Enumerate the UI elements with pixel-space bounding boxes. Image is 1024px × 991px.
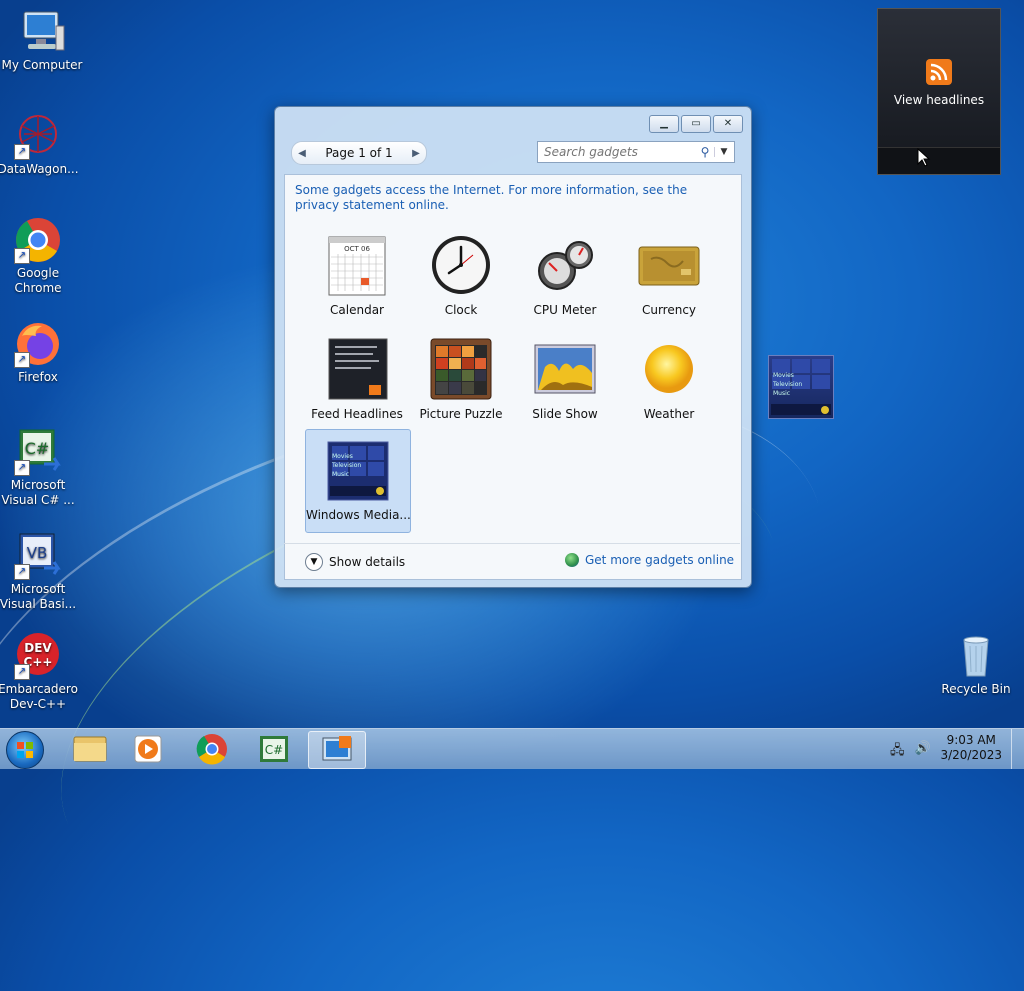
search-input[interactable] (542, 144, 696, 160)
desktop-icon-recycle-bin[interactable]: Recycle Bin (934, 632, 1018, 697)
show-details-button[interactable]: ▼ Show details (305, 553, 405, 571)
computer-icon (18, 8, 66, 56)
svg-text:Movies: Movies (332, 453, 353, 460)
search-dropdown-icon[interactable]: ▼ (714, 147, 733, 157)
page-indicator: Page 1 of 1 (325, 146, 393, 160)
firefox-icon: ↗ (14, 320, 62, 368)
picture-puzzle-icon (429, 337, 493, 401)
calendar-icon: OCT 06 (325, 233, 389, 297)
rss-icon (926, 59, 952, 85)
svg-text:Television: Television (331, 462, 361, 469)
weather-icon (637, 337, 701, 401)
taskbar-chrome[interactable] (184, 731, 240, 767)
feed-headlines-gadget[interactable]: View headlines (877, 8, 1001, 175)
get-more-gadgets-link[interactable]: Get more gadgets online (565, 553, 734, 567)
media-player-icon (134, 735, 162, 763)
globe-icon (565, 553, 579, 567)
gadget-windows-media[interactable]: Movies Television Music Windows Media... (305, 429, 411, 533)
recycle-bin-icon (952, 632, 1000, 680)
gadget-currency[interactable]: Currency (617, 225, 721, 327)
svg-text:VB: VB (27, 544, 48, 562)
svg-text:C#: C# (25, 439, 50, 458)
maximize-button[interactable]: ▭ (681, 115, 711, 133)
caption-buttons: ▁ ▭ ✕ (649, 115, 743, 133)
desktop-icon-firefox[interactable]: ↗ Firefox (0, 320, 80, 385)
search-icon[interactable]: ⚲ (696, 145, 714, 159)
shortcut-arrow-icon: ↗ (14, 564, 30, 580)
dev-cpp-icon: DEV C++ ↗ (14, 632, 62, 680)
mouse-cursor-icon (917, 148, 931, 167)
slide-show-icon (533, 337, 597, 401)
system-tray: 🖧 🔊 (890, 741, 931, 763)
desktop-icon-visual-csharp[interactable]: C# ↗ Microsoft Visual C# ... (0, 428, 80, 508)
chevron-down-icon: ▼ (305, 553, 323, 571)
svg-text:Music: Music (332, 471, 349, 478)
shortcut-arrow-icon: ↗ (14, 144, 30, 160)
gadget-toolbar (878, 147, 1000, 174)
gadget-clock[interactable]: Clock (409, 225, 513, 327)
start-button[interactable] (6, 731, 44, 769)
windows-media-gadget-thumbnail[interactable]: Movies Television Music (768, 355, 834, 419)
network-icon[interactable]: 🖧 (890, 741, 905, 763)
datawagon-icon: ↗ (14, 112, 62, 160)
footer-divider (284, 543, 740, 544)
visual-basic-icon: VB ↗ (14, 532, 62, 580)
taskbar-media-player[interactable] (120, 731, 176, 767)
visual-csharp-icon: C# (260, 736, 288, 762)
taskbar-clock[interactable]: 9:03 AM 3/20/2023 (940, 733, 1002, 763)
desktop-icon-datawagon[interactable]: ↗ DataWagon... (0, 112, 80, 177)
clock-icon (429, 233, 493, 297)
calendar-month-label: OCT 06 (344, 245, 370, 253)
shortcut-arrow-icon: ↗ (14, 352, 30, 368)
svg-text:DEV: DEV (24, 641, 52, 655)
folder-icon (73, 736, 107, 762)
minimize-button[interactable]: ▁ (649, 115, 679, 133)
desktop-icon-my-computer[interactable]: My Computer (0, 8, 84, 73)
taskbar: C# 🖧 🔊 9:03 AM 3/20/2023 (0, 728, 1024, 769)
search-box: ⚲ ▼ (537, 141, 735, 163)
privacy-notice-link[interactable]: Some gadgets access the Internet. For mo… (295, 183, 705, 213)
gadget-calendar[interactable]: OCT 06 Calendar (305, 225, 409, 327)
close-button[interactable]: ✕ (713, 115, 743, 133)
view-headlines-link[interactable]: View headlines (878, 93, 1000, 107)
svg-text:Television: Television (772, 381, 802, 388)
taskbar-visual-csharp[interactable]: C# (246, 731, 302, 767)
shortcut-arrow-icon: ↗ (14, 664, 30, 680)
desktop-icon-dev-cpp[interactable]: DEV C++ ↗ Embarcadero Dev-C++ (0, 632, 80, 712)
gadgets-icon (322, 736, 352, 761)
chrome-icon (196, 734, 227, 765)
gadget-feed-headlines[interactable]: Feed Headlines (305, 329, 409, 431)
taskbar-gadgets[interactable] (308, 731, 366, 769)
gadget-slide-show[interactable]: Slide Show (513, 329, 617, 431)
chrome-icon: ↗ (14, 216, 62, 264)
previous-page-button[interactable]: ◀ (292, 148, 312, 159)
volume-icon[interactable]: 🔊 (915, 741, 931, 763)
gadget-weather[interactable]: Weather (617, 329, 721, 431)
feed-headlines-icon (325, 337, 389, 401)
cpu-meter-icon (533, 233, 597, 297)
next-page-button[interactable]: ▶ (406, 148, 426, 159)
gadget-gallery-window: ▁ ▭ ✕ ◀ Page 1 of 1 ▶ ⚲ ▼ Some gadgets a… (274, 106, 752, 588)
gadget-picture-puzzle[interactable]: Picture Puzzle (409, 329, 513, 431)
svg-text:C#: C# (265, 743, 283, 757)
shortcut-arrow-icon: ↗ (14, 460, 30, 476)
show-desktop-button[interactable] (1011, 729, 1024, 769)
gadget-cpu-meter[interactable]: CPU Meter (513, 225, 617, 327)
taskbar-file-explorer[interactable] (62, 731, 118, 767)
visual-csharp-icon: C# ↗ (14, 428, 62, 476)
svg-text:Movies: Movies (773, 372, 794, 379)
svg-text:Music: Music (773, 390, 790, 397)
page-navigator: ◀ Page 1 of 1 ▶ (291, 141, 427, 165)
shortcut-arrow-icon: ↗ (14, 248, 30, 264)
desktop-icon-google-chrome[interactable]: ↗ Google Chrome (0, 216, 80, 296)
currency-icon (637, 233, 701, 297)
desktop-icon-visual-basic[interactable]: VB ↗ Microsoft Visual Basi... (0, 532, 80, 612)
windows-media-icon: Movies Television Music (326, 438, 390, 502)
